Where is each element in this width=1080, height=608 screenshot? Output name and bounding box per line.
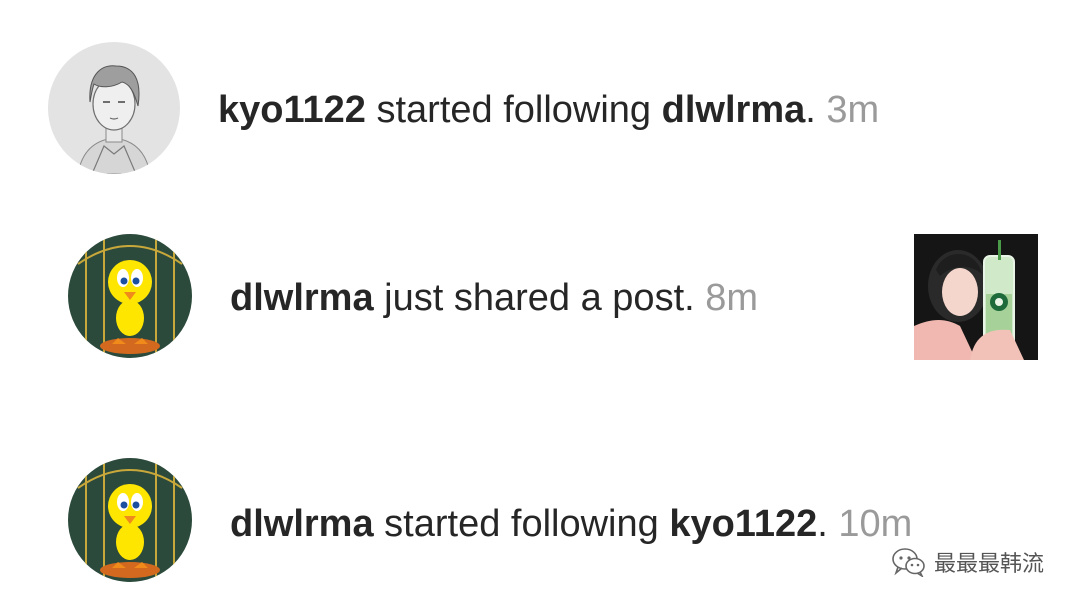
watermark: 最最最韩流 (892, 546, 1044, 578)
username[interactable]: kyo1122 (669, 503, 817, 545)
notification-text: kyo1122 started following dlwlrma. 3m (218, 88, 879, 132)
notification-item[interactable]: dlwlrma just shared a post. 8m (0, 228, 1080, 368)
timestamp: 3m (826, 89, 880, 131)
post-photo-thumbnail-icon (914, 234, 1038, 360)
sketch-portrait-avatar-icon (48, 42, 180, 174)
timestamp: 8m (705, 277, 759, 319)
avatar[interactable] (48, 42, 180, 174)
punctuation: . (805, 89, 816, 131)
yellow-bird-avatar-icon (68, 234, 192, 358)
username[interactable]: dlwlrma (230, 503, 374, 545)
notification-text: dlwlrma started following kyo1122. 10m (230, 502, 912, 546)
yellow-bird-avatar-icon (68, 458, 192, 582)
action-text: started following (365, 89, 662, 131)
action-text: just shared a post. (373, 277, 695, 319)
notification-text: dlwlrma just shared a post. 8m (230, 276, 758, 320)
notification-item[interactable]: kyo1122 started following dlwlrma. 3m (0, 38, 1080, 178)
notification-feed: kyo1122 started following dlwlrma. 3m dl… (0, 0, 1080, 608)
username[interactable]: kyo1122 (218, 89, 366, 131)
action-text: started following (373, 503, 670, 545)
punctuation: . (817, 503, 828, 545)
watermark-text: 最最最韩流 (933, 552, 1044, 577)
username[interactable]: dlwlrma (662, 89, 806, 131)
post-thumbnail[interactable] (914, 234, 1038, 360)
avatar[interactable] (68, 234, 192, 358)
avatar[interactable] (68, 458, 192, 582)
timestamp: 10m (838, 503, 913, 545)
username[interactable]: dlwlrma (230, 277, 374, 319)
wechat-icon (892, 548, 925, 577)
